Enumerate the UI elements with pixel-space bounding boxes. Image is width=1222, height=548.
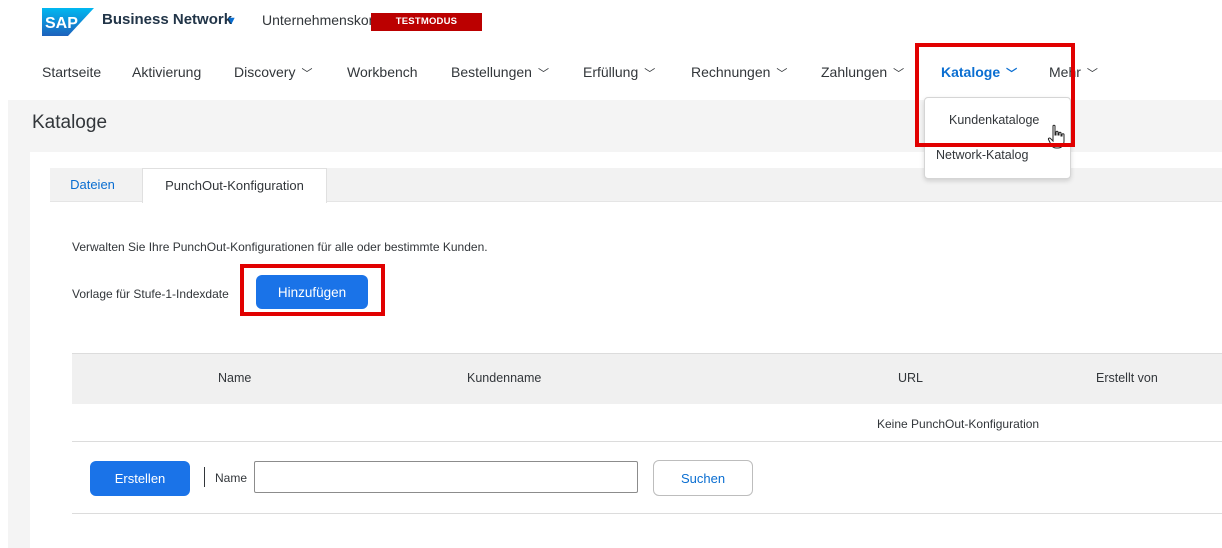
create-button[interactable]: Erstellen bbox=[90, 461, 190, 496]
page-title: Kataloge bbox=[32, 112, 108, 133]
nav-item-label: Erfüllung bbox=[583, 64, 639, 80]
chevron-down-icon: ﹀ bbox=[644, 68, 656, 80]
column-header-erstellt-von[interactable]: Erstellt von bbox=[1096, 371, 1158, 385]
test-mode-badge: TESTMODUS bbox=[371, 13, 482, 31]
divider bbox=[72, 441, 1222, 442]
sap-logo[interactable]: SAP bbox=[42, 8, 94, 36]
nav-item-label: Aktivierung bbox=[132, 64, 202, 80]
divider bbox=[72, 513, 1222, 514]
column-header-url[interactable]: URL bbox=[898, 371, 923, 385]
nav-item-zahlungen[interactable]: Zahlungen ﹀ bbox=[821, 64, 904, 81]
template-label: Vorlage für Stufe-1-Indexdate bbox=[72, 287, 229, 301]
chevron-down-icon: ﹀ bbox=[776, 68, 788, 80]
name-filter-label: Name bbox=[215, 471, 248, 485]
column-header-name[interactable]: Name bbox=[218, 371, 251, 385]
chevron-down-icon: ﹀ bbox=[301, 68, 313, 80]
chevron-down-icon: ﹀ bbox=[893, 68, 905, 80]
nav-item-rechnungen[interactable]: Rechnungen ﹀ bbox=[691, 64, 787, 81]
nav-item-discovery[interactable]: Discovery ﹀ bbox=[234, 64, 312, 81]
highlight-box bbox=[915, 43, 1075, 147]
tab-dateien[interactable]: Dateien bbox=[50, 168, 135, 201]
nav-item-label: Zahlungen bbox=[821, 64, 888, 80]
chevron-down-icon: ﹀ bbox=[1086, 68, 1098, 80]
name-filter-input[interactable] bbox=[254, 461, 638, 493]
nav-item-erfuellung[interactable]: Erfüllung ﹀ bbox=[583, 64, 655, 81]
nav-item-label: Discovery bbox=[234, 64, 296, 80]
account-label[interactable]: Unternehmenskonto bbox=[262, 12, 388, 28]
empty-table-message: Keine PunchOut-Konfiguration bbox=[877, 417, 1040, 431]
svg-text:SAP: SAP bbox=[45, 15, 78, 32]
chevron-down-icon[interactable]: ▼ bbox=[226, 15, 237, 27]
nav-item-label: Workbench bbox=[347, 64, 418, 80]
nav-item-startseite[interactable]: Startseite bbox=[42, 64, 101, 80]
divider bbox=[204, 467, 205, 487]
chevron-down-icon: ﹀ bbox=[537, 68, 549, 80]
nav-item-label: Startseite bbox=[42, 64, 102, 80]
app-title[interactable]: Business Network bbox=[102, 11, 232, 28]
tab-punchout-konfiguration[interactable]: PunchOut-Konfiguration bbox=[142, 168, 327, 203]
search-button[interactable]: Suchen bbox=[653, 460, 753, 496]
nav-item-label: Rechnungen bbox=[691, 64, 771, 80]
nav-item-label: Bestellungen bbox=[451, 64, 532, 80]
menu-item-network-katalog[interactable]: Network-Katalog bbox=[936, 148, 1028, 162]
page-description: Verwalten Sie Ihre PunchOut-Konfiguratio… bbox=[72, 240, 488, 254]
column-header-kundenname[interactable]: Kundenname bbox=[467, 371, 541, 385]
highlight-box bbox=[240, 264, 385, 316]
nav-item-aktivierung[interactable]: Aktivierung bbox=[132, 64, 201, 80]
nav-item-bestellungen[interactable]: Bestellungen ﹀ bbox=[451, 64, 549, 81]
nav-item-workbench[interactable]: Workbench bbox=[347, 64, 418, 80]
